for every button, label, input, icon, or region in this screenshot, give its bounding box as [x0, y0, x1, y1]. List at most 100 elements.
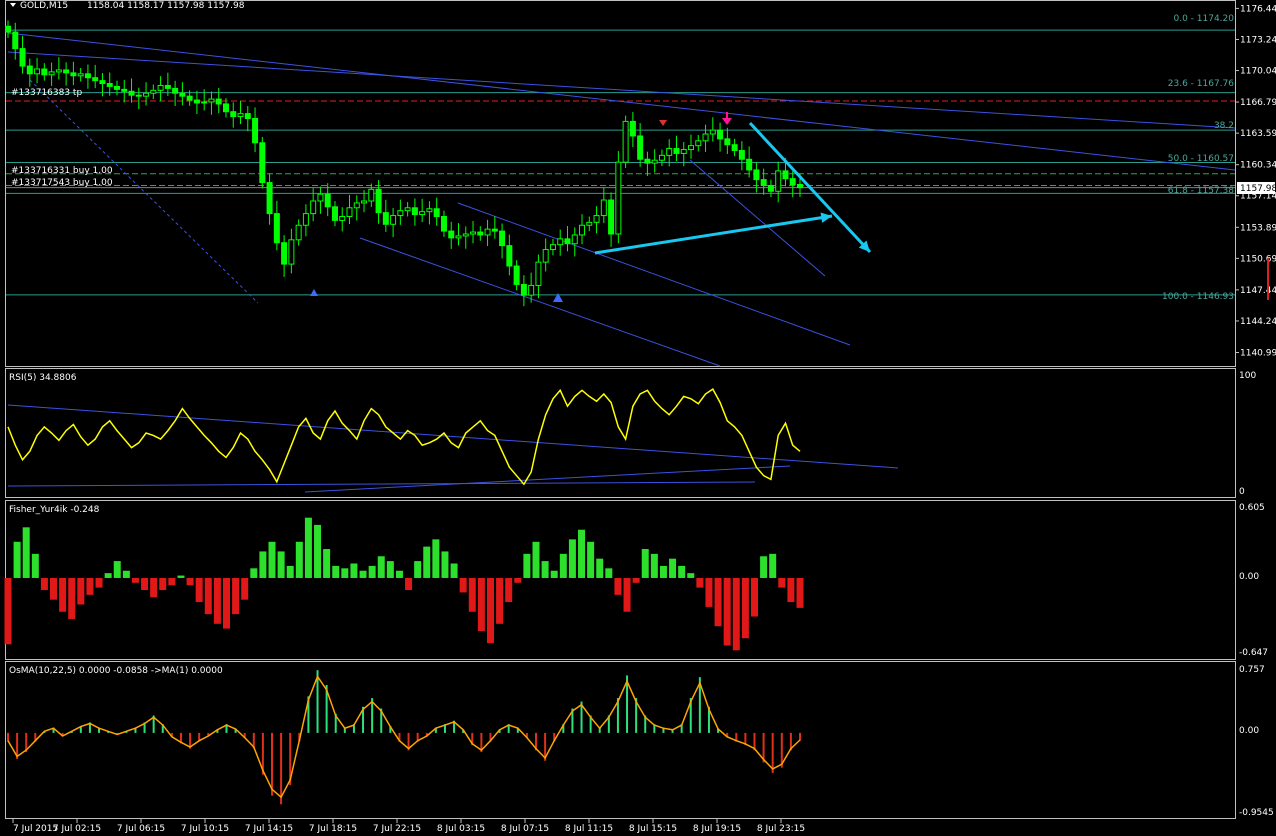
fisher-bar	[304, 517, 312, 578]
time-tick-label: 7 Jul 22:15	[373, 824, 421, 834]
candle-body	[113, 85, 120, 90]
price-tick-label: 1163.59	[1240, 129, 1276, 139]
fisher-bar	[432, 539, 440, 578]
candle-body	[579, 224, 586, 236]
candle-body	[644, 158, 651, 164]
fisher-bar	[414, 561, 422, 578]
fisher-bar	[787, 577, 795, 603]
candle-body	[302, 213, 309, 226]
fisher-bar	[505, 577, 513, 603]
candle-body	[455, 235, 462, 239]
time-tick-label: 7 Jul 06:15	[117, 824, 165, 834]
fisher-bar	[578, 529, 586, 578]
candle-body	[753, 169, 760, 181]
fisher-bar	[131, 577, 139, 583]
fisher-bar	[359, 570, 367, 578]
fisher-bar	[341, 568, 349, 578]
osma-signal-line	[7, 674, 801, 799]
candle-body	[528, 284, 535, 296]
time-tick-label: 7 Jul 18:15	[309, 824, 357, 834]
candle-body	[586, 221, 593, 226]
price-axis: 1176.44 1173.24 1170.04 1166.79 1163.59 1160.…	[1235, 4, 1276, 359]
candle-body	[797, 183, 803, 189]
osma-bar	[280, 732, 283, 805]
time-tick-label: 7 Jul 10:15	[181, 824, 229, 834]
fisher-bar	[450, 563, 458, 578]
candle-body	[317, 193, 324, 202]
fisher-bar	[568, 539, 576, 578]
fisher-chart	[4, 517, 804, 651]
fisher-bar	[541, 561, 549, 578]
rsi-tick-0: 0	[1239, 487, 1245, 497]
fisher-bar	[523, 553, 531, 578]
candle-body	[288, 239, 295, 265]
rsi-trend-line	[7, 404, 899, 469]
candle-body	[702, 133, 709, 142]
fisher-bar	[95, 577, 103, 588]
price-tick-label: 1147.44	[1240, 286, 1276, 296]
candle-body	[499, 230, 506, 247]
fisher-bar	[550, 570, 558, 578]
dropdown-icon[interactable]	[10, 3, 16, 7]
candle-body	[310, 200, 317, 215]
fisher-bar	[122, 570, 130, 578]
candle-body	[491, 228, 498, 232]
fisher-bar	[141, 577, 149, 591]
candle-body	[695, 140, 702, 147]
candle-body	[622, 120, 629, 163]
candle-body	[84, 73, 91, 79]
fisher-bar	[113, 561, 121, 578]
candle-body	[513, 265, 520, 285]
price-tick-label: 1170.04	[1240, 67, 1276, 77]
candle-body	[419, 211, 426, 216]
fib-label-382: 38.2	[1214, 121, 1234, 131]
rsi-line	[7, 388, 801, 486]
fisher-bar	[368, 565, 376, 578]
candle-body	[361, 200, 368, 204]
candle-body	[55, 69, 62, 73]
rsi-tick-100: 100	[1239, 371, 1256, 381]
candle-body	[775, 170, 782, 192]
fisher-bar	[750, 577, 758, 617]
candle-body	[673, 148, 680, 154]
fisher-bar	[59, 577, 67, 612]
order-buy-label-1: #133716331 buy 1.00	[11, 166, 113, 176]
fisher-bar	[314, 524, 322, 578]
fisher-bar	[659, 565, 667, 578]
trend-line-dashed	[29, 79, 259, 304]
high-marker-icon	[659, 120, 667, 126]
candle-body	[143, 92, 150, 97]
fisher-bar	[632, 577, 640, 583]
fisher-bar	[232, 577, 240, 615]
fisher-bar	[177, 575, 185, 578]
fisher-bar	[687, 573, 695, 578]
fisher-bar	[350, 563, 358, 578]
fisher-bar	[31, 553, 39, 578]
time-tick-label: 8 Jul 15:15	[629, 824, 677, 834]
candle-body	[717, 129, 724, 140]
fib-label-50: 50.0 - 1160.57	[1168, 154, 1234, 164]
fisher-bar	[696, 577, 704, 588]
fisher-bar	[50, 577, 58, 600]
fisher-bar	[760, 556, 768, 578]
fisher-bar	[514, 577, 522, 583]
fisher-bar	[159, 577, 167, 591]
fisher-bar	[614, 577, 622, 595]
candle-body	[34, 68, 41, 75]
candle-body	[411, 207, 418, 216]
candle-body	[789, 178, 796, 185]
time-tick-label: 8 Jul 07:15	[501, 824, 549, 834]
candle-body	[331, 206, 338, 221]
candle-body	[222, 103, 229, 113]
fisher-bar	[250, 568, 258, 578]
fisher-bar	[477, 577, 485, 632]
fisher-bar	[286, 565, 294, 578]
osma-tick-top: 0.757	[1239, 665, 1265, 675]
fisher-bar	[104, 573, 112, 578]
candle-body	[564, 238, 571, 245]
fisher-bar	[332, 565, 340, 578]
fisher-bar	[468, 577, 476, 612]
rsi-title: RSI(5) 34.8806	[9, 373, 77, 383]
fisher-bar	[423, 546, 431, 578]
candle-body	[433, 208, 440, 218]
